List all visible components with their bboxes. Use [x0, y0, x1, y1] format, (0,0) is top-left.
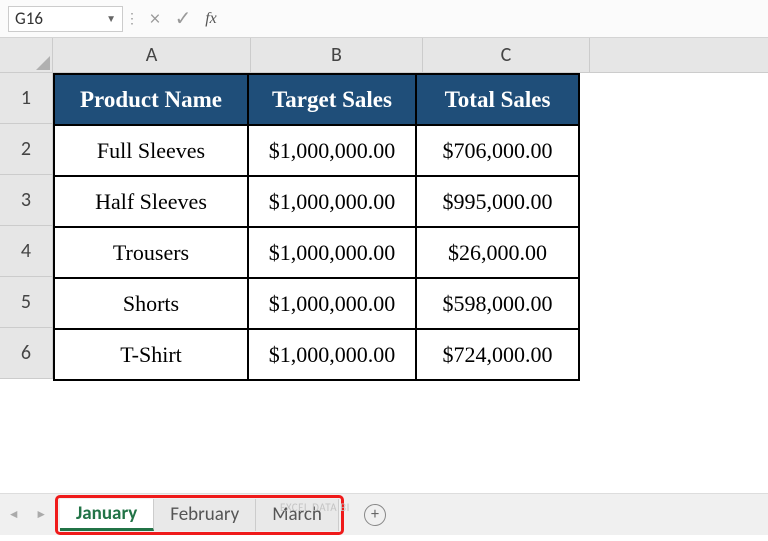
- dropdown-icon[interactable]: ▼: [106, 12, 116, 25]
- sheet-tabs-row: ◄ ► January February March EXCEL DATA BI…: [0, 493, 768, 535]
- chevron-right-icon[interactable]: ►: [35, 507, 47, 522]
- cell[interactable]: $706,000.00: [416, 125, 579, 176]
- cell[interactable]: $724,000.00: [416, 329, 579, 380]
- name-box[interactable]: G16 ▼: [8, 6, 123, 32]
- cell[interactable]: Shorts: [54, 278, 248, 329]
- sheet-tab-february[interactable]: February: [154, 499, 256, 531]
- add-sheet-button[interactable]: +: [359, 499, 391, 531]
- data-table: Product Name Target Sales Total Sales Fu…: [53, 73, 580, 381]
- col-header-empty[interactable]: [590, 38, 768, 73]
- select-all-corner[interactable]: [0, 38, 53, 73]
- triangle-icon: [36, 56, 50, 70]
- row-header-6[interactable]: 6: [0, 328, 53, 379]
- header-total-sales[interactable]: Total Sales: [416, 74, 579, 125]
- separator-icon: ⋮: [125, 10, 139, 27]
- bottom-bar: ◄ ► January February March EXCEL DATA BI…: [0, 493, 768, 541]
- cancel-icon: ×: [141, 7, 169, 31]
- table-header-row: Product Name Target Sales Total Sales: [54, 74, 579, 125]
- cell[interactable]: $1,000,000.00: [248, 125, 416, 176]
- table-row: Half Sleeves $1,000,000.00 $995,000.00: [54, 176, 579, 227]
- table-row: Trousers $1,000,000.00 $26,000.00: [54, 227, 579, 278]
- sheet-tab-march[interactable]: March: [256, 499, 339, 531]
- tabs-highlight-box: January February March EXCEL DATA BI: [55, 495, 344, 535]
- row-header-1[interactable]: 1: [0, 73, 53, 124]
- name-box-value: G16: [15, 8, 43, 29]
- column-headers: A B C: [53, 38, 768, 73]
- sheet-nav-arrows[interactable]: ◄ ►: [0, 507, 55, 522]
- cell[interactable]: $1,000,000.00: [248, 329, 416, 380]
- table-row: Full Sleeves $1,000,000.00 $706,000.00: [54, 125, 579, 176]
- table-row: T-Shirt $1,000,000.00 $724,000.00: [54, 329, 579, 380]
- cell[interactable]: Half Sleeves: [54, 176, 248, 227]
- header-target-sales[interactable]: Target Sales: [248, 74, 416, 125]
- sheet-tab-january[interactable]: January: [60, 499, 154, 531]
- col-header-a[interactable]: A: [53, 38, 251, 73]
- row-header-3[interactable]: 3: [0, 175, 53, 226]
- chevron-left-icon[interactable]: ◄: [8, 507, 20, 522]
- cell[interactable]: $26,000.00: [416, 227, 579, 278]
- cell[interactable]: $1,000,000.00: [248, 176, 416, 227]
- col-header-b[interactable]: B: [251, 38, 423, 73]
- row-headers: 1 2 3 4 5 6: [0, 73, 53, 379]
- row-header-5[interactable]: 5: [0, 277, 53, 328]
- row-header-2[interactable]: 2: [0, 124, 53, 175]
- formula-input[interactable]: [235, 6, 768, 32]
- formula-bar: G16 ▼ ⋮ × ✓ fx: [0, 0, 768, 38]
- cell[interactable]: $1,000,000.00: [248, 227, 416, 278]
- cell[interactable]: T-Shirt: [54, 329, 248, 380]
- plus-icon: +: [364, 504, 386, 526]
- fx-icon[interactable]: fx: [197, 7, 225, 31]
- table-row: Shorts $1,000,000.00 $598,000.00: [54, 278, 579, 329]
- col-header-c[interactable]: C: [423, 38, 590, 73]
- row-header-4[interactable]: 4: [0, 226, 53, 277]
- cell[interactable]: $1,000,000.00: [248, 278, 416, 329]
- cell[interactable]: Full Sleeves: [54, 125, 248, 176]
- enter-icon: ✓: [169, 7, 197, 31]
- cell[interactable]: $598,000.00: [416, 278, 579, 329]
- cell[interactable]: Trousers: [54, 227, 248, 278]
- header-product-name[interactable]: Product Name: [54, 74, 248, 125]
- spreadsheet-grid: A B C 1 2 3 4 5 6 Product Name Target Sa…: [0, 38, 768, 493]
- cell[interactable]: $995,000.00: [416, 176, 579, 227]
